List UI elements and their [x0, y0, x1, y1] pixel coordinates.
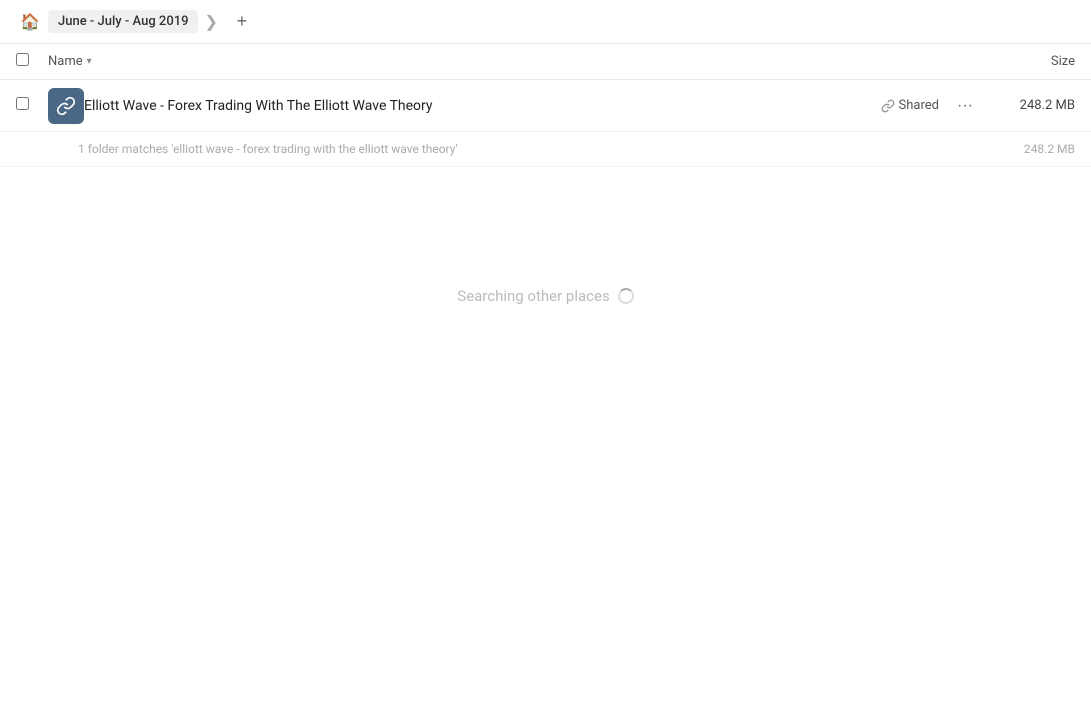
select-all-checkbox[interactable] [16, 53, 29, 66]
size-column-header[interactable]: Size [975, 54, 1075, 69]
breadcrumb: June - July - Aug 2019 [48, 10, 198, 33]
file-size: 248.2 MB [995, 98, 1075, 113]
column-headers: Name ▾ Size [0, 44, 1091, 80]
shared-badge: Shared [881, 98, 939, 113]
back-button[interactable]: 🏠 [16, 8, 44, 36]
back-icon: 🏠 [20, 12, 40, 32]
add-button[interactable]: + [228, 8, 256, 36]
more-icon: ··· [957, 97, 973, 115]
name-column-label: Name [48, 54, 83, 69]
file-name[interactable]: Elliott Wave - Forex Trading With The El… [84, 98, 881, 114]
loading-spinner [618, 288, 634, 304]
searching-text: Searching other places [457, 287, 609, 305]
table-row: Elliott Wave - Forex Trading With The El… [0, 80, 1091, 132]
breadcrumb-item[interactable]: June - July - Aug 2019 [48, 10, 198, 33]
name-column-header[interactable]: Name ▾ [48, 54, 975, 69]
sort-icon: ▾ [87, 56, 92, 67]
add-icon: + [237, 11, 248, 32]
row-checkbox[interactable] [16, 97, 29, 110]
more-options-button[interactable]: ··· [951, 92, 979, 120]
chevron-icon: ❯ [204, 12, 217, 31]
row-checkbox-col [16, 97, 48, 114]
match-info-text: 1 folder matches 'elliott wave - forex t… [78, 142, 458, 156]
match-info-size: 248.2 MB [1024, 142, 1075, 156]
searching-section: Searching other places [0, 167, 1091, 425]
folder-shared-icon [48, 88, 84, 124]
match-info-row: 1 folder matches 'elliott wave - forex t… [0, 132, 1091, 167]
link-icon [881, 99, 895, 113]
header: 🏠 June - July - Aug 2019 ❯ + [0, 0, 1091, 44]
shared-label: Shared [899, 98, 939, 113]
select-all-checkbox-col [16, 53, 48, 70]
